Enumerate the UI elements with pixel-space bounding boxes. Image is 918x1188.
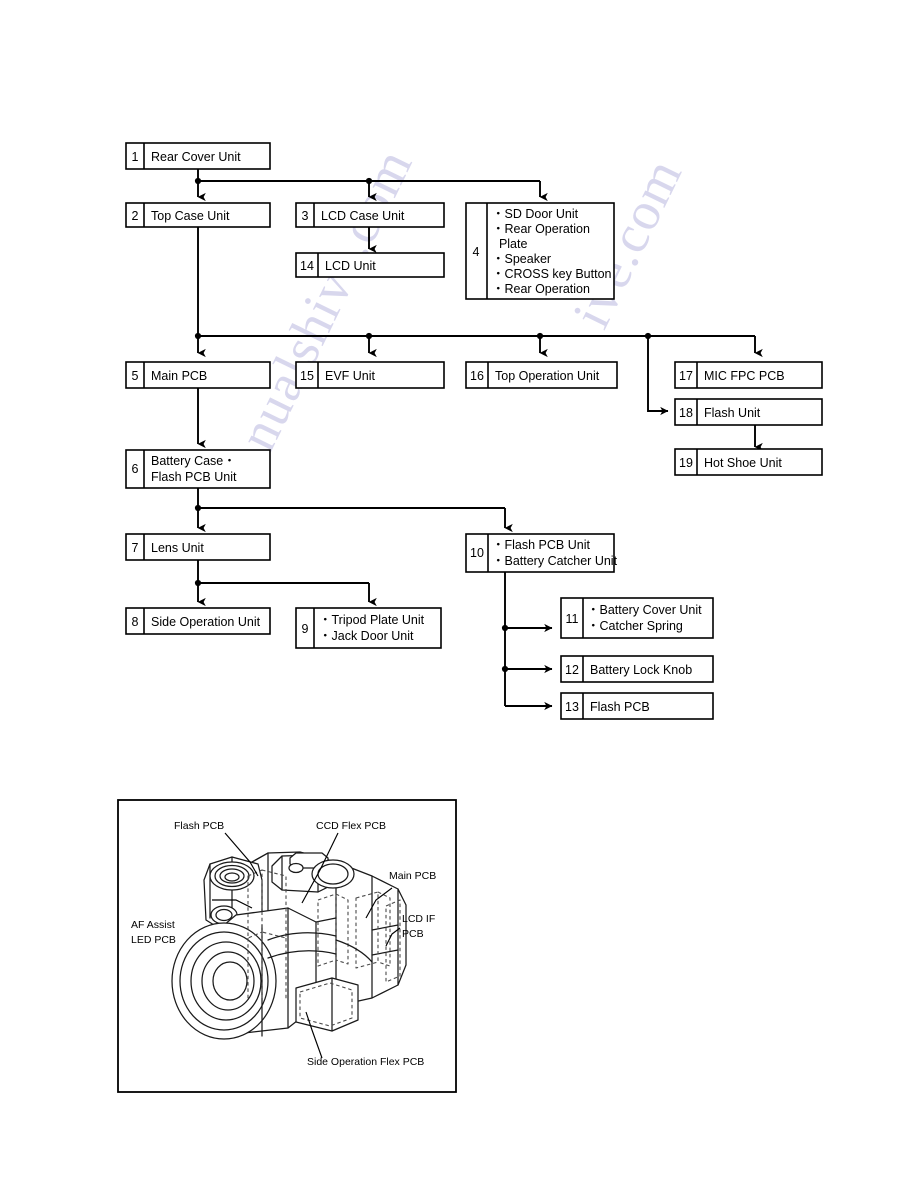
flow-box-12-number: 12 (565, 663, 579, 677)
flow-box-1-label: Rear Cover Unit (151, 150, 241, 164)
callout-ccd-flex-pcb: CCD Flex PCB (316, 820, 386, 832)
flow-box-11-line-2: ・Catcher Spring (587, 619, 683, 633)
callout-flash-pcb: Flash PCB (174, 820, 224, 832)
camera-illustration-panel: Flash PCB CCD Flex PCB Main PCB LCD IF P… (117, 799, 457, 1093)
flow-box-19-label: Hot Shoe Unit (704, 456, 782, 470)
flow-box-14-number: 14 (300, 259, 314, 273)
flow-box-2-label: Top Case Unit (151, 209, 230, 223)
flow-box-16[interactable]: 16 Top Operation Unit (465, 361, 618, 389)
flow-box-14[interactable]: 14 LCD Unit (295, 252, 445, 278)
flow-box-13[interactable]: 13 Flash PCB (560, 692, 714, 720)
callout-af-assist: AF Assist (131, 919, 175, 931)
flow-box-13-number: 13 (565, 700, 579, 714)
flow-box-4-line-5: ・CROSS key Button (492, 267, 612, 281)
flow-box-2[interactable]: 2 Top Case Unit (125, 202, 271, 228)
flow-box-8-number: 8 (132, 615, 139, 629)
flow-box-11[interactable]: 11 ・Battery Cover Unit ・Catcher Spring (560, 597, 714, 639)
callout-side-operation-flex-pcb: Side Operation Flex PCB (307, 1056, 424, 1068)
flow-box-3-label: LCD Case Unit (321, 209, 405, 223)
disassembly-flowchart: 1 Rear Cover Unit 2 Top Case Unit 3 LCD … (117, 142, 823, 1093)
flow-box-18-label: Flash Unit (704, 406, 761, 420)
flow-box-1[interactable]: 1 Rear Cover Unit (125, 142, 271, 170)
flow-box-19[interactable]: 19 Hot Shoe Unit (674, 448, 823, 476)
flow-box-7-number: 7 (132, 541, 139, 555)
flow-box-10[interactable]: 10 ・Flash PCB Unit ・Battery Catcher Unit (465, 533, 618, 573)
callout-main-pcb: Main PCB (389, 870, 436, 882)
flow-box-17-number: 17 (679, 369, 693, 383)
flow-box-4-line-1: ・SD Door Unit (492, 207, 579, 221)
flow-box-19-number: 19 (679, 456, 693, 470)
flow-box-5-number: 5 (132, 369, 139, 383)
flow-box-8[interactable]: 8 Side Operation Unit (125, 607, 271, 635)
flow-box-12[interactable]: 12 Battery Lock Knob (560, 655, 714, 683)
flow-box-3[interactable]: 3 LCD Case Unit (295, 202, 445, 228)
flow-box-10-line-1: ・Flash PCB Unit (492, 538, 590, 552)
flow-box-4-line-2: ・Rear Operation (492, 222, 590, 236)
flow-box-4[interactable]: 4 ・SD Door Unit ・Rear Operation Plate ・S… (465, 202, 615, 300)
flow-box-11-number: 11 (566, 612, 579, 626)
flow-box-6[interactable]: 6 Battery Case・ Flash PCB Unit (125, 449, 271, 489)
flow-box-18[interactable]: 18 Flash Unit (674, 398, 823, 426)
flow-box-13-label: Flash PCB (590, 700, 650, 714)
flow-box-8-label: Side Operation Unit (151, 615, 261, 629)
flow-box-15-number: 15 (300, 369, 314, 383)
flow-box-9[interactable]: 9 ・Tripod Plate Unit ・Jack Door Unit (295, 607, 442, 649)
callout-lcd-if: LCD IF (402, 913, 435, 925)
flow-box-4-line-3: Plate (492, 237, 527, 251)
flow-box-9-line-2: ・Jack Door Unit (319, 629, 414, 643)
flow-box-10-line-2: ・Battery Catcher Unit (492, 554, 618, 568)
flow-box-6-line-2: Flash PCB Unit (151, 470, 237, 484)
flow-box-16-number: 16 (470, 369, 484, 383)
flow-box-9-number: 9 (302, 622, 309, 636)
flow-box-17-label: MIC FPC PCB (704, 369, 785, 383)
flow-box-4-number: 4 (473, 245, 480, 259)
flow-box-18-number: 18 (679, 406, 693, 420)
flow-box-11-line-1: ・Battery Cover Unit (587, 603, 702, 617)
flow-box-5-label: Main PCB (151, 369, 207, 383)
callout-lcd-if-pcb: PCB (402, 928, 424, 940)
flow-box-6-line-1: Battery Case・ (151, 454, 236, 468)
flow-box-7-label: Lens Unit (151, 541, 204, 555)
flow-box-15[interactable]: 15 EVF Unit (295, 361, 445, 389)
flow-box-15-label: EVF Unit (325, 369, 376, 383)
flow-box-14-label: LCD Unit (325, 259, 376, 273)
callout-led-pcb: LED PCB (131, 934, 176, 946)
flow-box-12-label: Battery Lock Knob (590, 663, 692, 677)
flow-box-17[interactable]: 17 MIC FPC PCB (674, 361, 823, 389)
flow-box-10-number: 10 (470, 546, 484, 560)
flow-box-9-line-1: ・Tripod Plate Unit (319, 613, 425, 627)
flow-box-16-label: Top Operation Unit (495, 369, 600, 383)
flow-box-1-number: 1 (132, 150, 139, 164)
flow-box-5[interactable]: 5 Main PCB (125, 361, 271, 389)
flow-box-4-line-4: ・Speaker (492, 252, 551, 266)
manual-page: anualshive.com ive.com 1 Rear Cover Unit… (0, 0, 918, 1188)
flow-box-6-number: 6 (132, 462, 139, 476)
flow-box-4-line-6: ・Rear Operation (492, 282, 590, 296)
flow-box-7[interactable]: 7 Lens Unit (125, 533, 271, 561)
flow-box-3-number: 3 (302, 209, 309, 223)
flow-box-2-number: 2 (132, 209, 139, 223)
